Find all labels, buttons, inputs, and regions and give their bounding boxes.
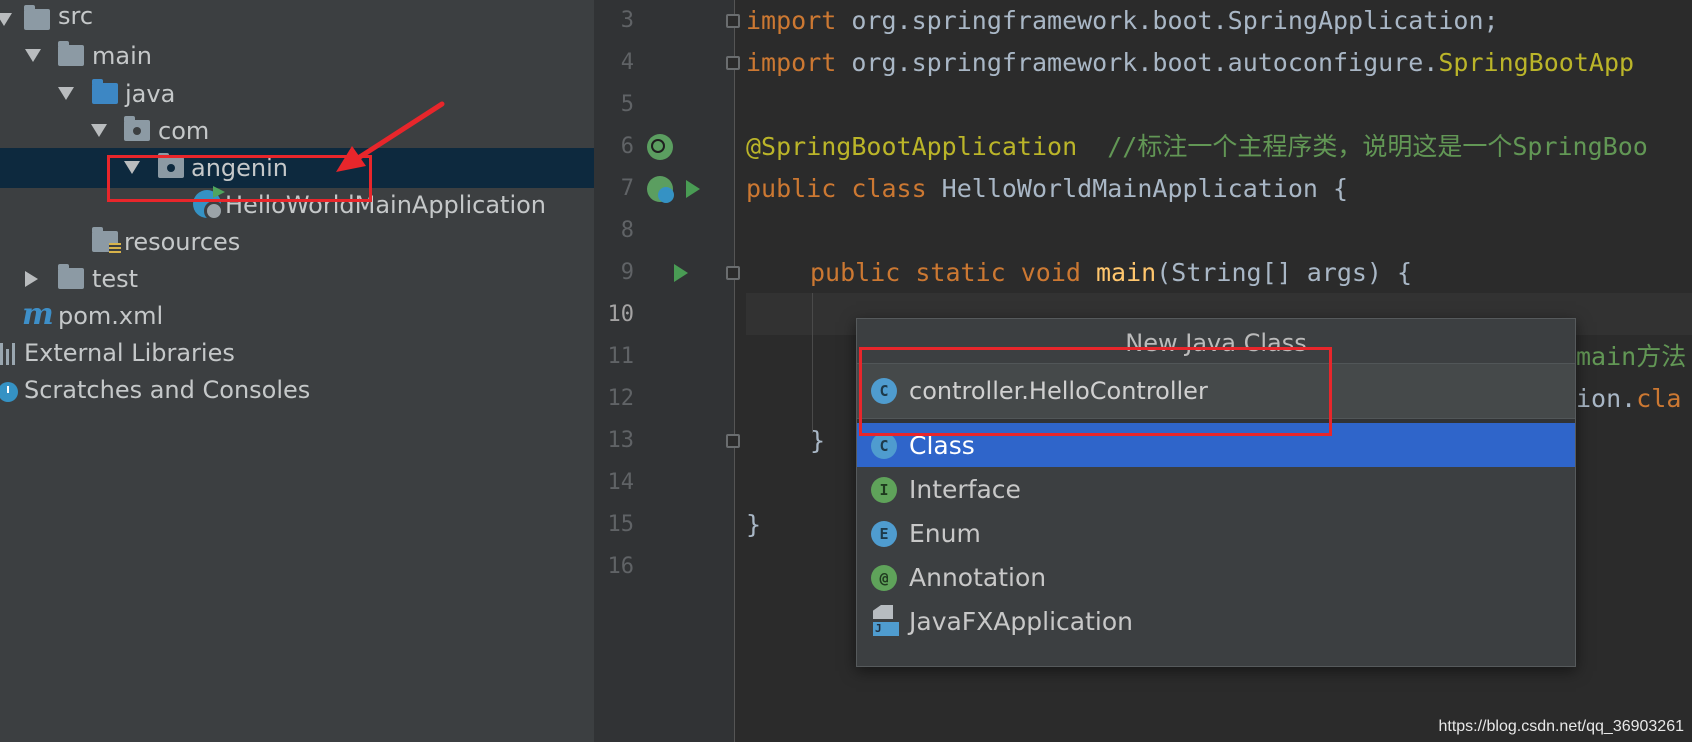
run-main-icon[interactable] (674, 264, 688, 282)
run-class-icon[interactable] (686, 180, 700, 198)
folder-icon (58, 41, 84, 66)
line-number: 8 (620, 218, 634, 243)
enum-icon: E (871, 521, 897, 547)
resources-folder-icon (92, 227, 121, 255)
code-line-7: public class HelloWorldMainApplication { (746, 174, 1349, 203)
line-number: 13 (607, 428, 635, 453)
annotation-box-class-name (859, 347, 1332, 436)
spring-app-gutter-icon[interactable] (647, 176, 674, 203)
tree-item-scratches[interactable]: Scratches and Consoles (0, 370, 594, 410)
expand-arrow-icon[interactable] (58, 87, 74, 100)
tree-item-pom-xml[interactable]: m pom.xml (0, 296, 594, 336)
code-line-3: import org.springframework.boot.SpringAp… (746, 6, 1499, 35)
line-number: 6 (620, 134, 634, 159)
tree-item-main[interactable]: main (0, 36, 594, 76)
tree-item-label: Scratches and Consoles (24, 376, 311, 404)
watermark: https://blog.csdn.net/qq_36903261 (1438, 718, 1684, 735)
gutter-divider (734, 0, 735, 742)
option-javafxapplication[interactable]: J JavaFXApplication (857, 599, 1575, 643)
expand-arrow-icon[interactable] (0, 13, 12, 26)
line-number: 9 (620, 260, 634, 285)
expand-arrow-icon[interactable] (91, 124, 107, 137)
tree-item-label: main (92, 42, 152, 70)
line-number: 15 (607, 512, 635, 537)
collapse-arrow-icon[interactable] (25, 271, 38, 287)
option-label: Enum (909, 519, 981, 548)
option-label: JavaFXApplication (909, 607, 1133, 636)
interface-icon: I (871, 477, 897, 503)
tree-item-label: External Libraries (24, 339, 235, 367)
javafx-icon: J (873, 605, 899, 637)
tree-item-com[interactable]: com (0, 111, 594, 151)
line-number: 7 (620, 176, 634, 201)
annotation-arrow-icon (336, 101, 445, 172)
line-number: 12 (607, 386, 635, 411)
option-label: Annotation (909, 563, 1047, 592)
code-line-9: public static void main(String[] args) { (810, 258, 1413, 287)
code-line-11-fragment: main方法 (1576, 342, 1687, 371)
line-number-current: 10 (607, 302, 635, 327)
line-number: 11 (607, 344, 635, 369)
indent-guide (812, 293, 813, 433)
annotation-icon: @ (871, 565, 897, 591)
source-folder-icon (92, 79, 118, 104)
line-number: 5 (620, 92, 634, 117)
line-number: 16 (607, 554, 635, 579)
tree-item-resources[interactable]: resources (0, 222, 594, 262)
tree-item-label: com (158, 117, 210, 145)
tree-item-src[interactable]: src (0, 0, 594, 40)
class-icon: C (871, 433, 897, 459)
scratches-clock-icon (0, 382, 18, 402)
option-annotation[interactable]: @ Annotation (857, 555, 1575, 599)
line-number: 4 (620, 50, 634, 75)
fold-icon[interactable] (726, 56, 740, 70)
option-interface[interactable]: I Interface (857, 467, 1575, 511)
project-tree: src main java com angenin HelloWorldMain… (0, 0, 594, 742)
spring-bean-gutter-icon[interactable] (647, 134, 673, 160)
code-line-15: } (746, 510, 762, 539)
expand-arrow-icon[interactable] (25, 49, 41, 62)
libraries-icon (0, 343, 18, 365)
fold-icon[interactable] (726, 266, 740, 280)
tree-item-label: test (92, 265, 139, 293)
package-icon (124, 116, 150, 141)
tree-item-external-libraries[interactable]: External Libraries (0, 333, 594, 373)
tree-item-test[interactable]: test (0, 259, 594, 299)
line-number: 14 (607, 470, 635, 495)
option-enum[interactable]: E Enum (857, 511, 1575, 555)
tree-item-label: pom.xml (58, 302, 164, 330)
code-line-4: import org.springframework.boot.autoconf… (746, 48, 1635, 77)
tree-item-java[interactable]: java (0, 74, 594, 114)
tree-item-label: resources (124, 228, 241, 256)
line-number: 3 (620, 8, 634, 33)
fold-icon[interactable] (726, 14, 740, 28)
option-label: Interface (909, 475, 1021, 504)
maven-icon: m (22, 297, 54, 332)
tree-item-label: java (125, 80, 176, 108)
code-line-12-fragment: ion.cla (1576, 384, 1682, 413)
folder-icon (24, 5, 50, 30)
fold-icon[interactable] (726, 434, 740, 448)
tree-item-label: src (58, 2, 94, 30)
folder-icon (58, 264, 84, 289)
code-line-6: @SpringBootApplication //标注一个主程序类，说明这是一个… (746, 132, 1648, 161)
